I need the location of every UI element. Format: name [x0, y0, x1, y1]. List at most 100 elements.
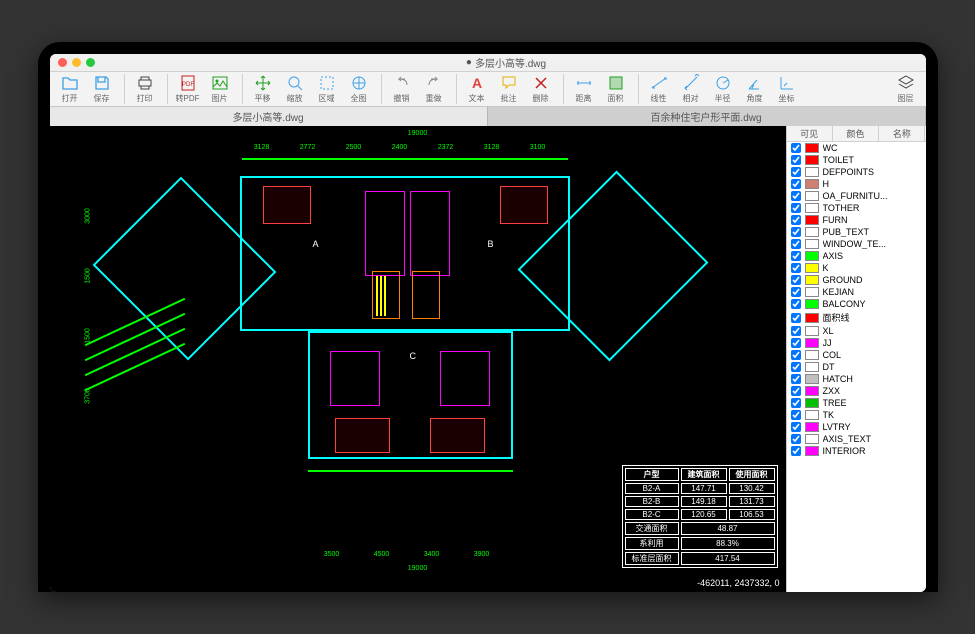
- layer-visibility-checkbox[interactable]: [791, 350, 801, 360]
- layer-row[interactable]: WINDOW_TE...: [787, 238, 926, 250]
- layer-row[interactable]: PUB_TEXT: [787, 226, 926, 238]
- layer-row[interactable]: LVTRY: [787, 421, 926, 433]
- tab-0[interactable]: 多层小高等.dwg: [50, 107, 488, 126]
- maximize-button[interactable]: [86, 58, 95, 67]
- layer-visibility-checkbox[interactable]: [791, 155, 801, 165]
- layer-color-swatch: [805, 386, 819, 396]
- layer-visibility-checkbox[interactable]: [791, 251, 801, 261]
- layer-visibility-checkbox[interactable]: [791, 410, 801, 420]
- area-icon: [607, 74, 625, 92]
- annotate-icon: [500, 74, 518, 92]
- layer-visibility-checkbox[interactable]: [791, 446, 801, 456]
- tool-distance[interactable]: 距离: [568, 74, 600, 104]
- tool-fullview[interactable]: 全图: [343, 74, 375, 104]
- layer-color-swatch: [805, 362, 819, 372]
- tool-pan[interactable]: 平移: [247, 74, 279, 104]
- layer-row[interactable]: WC: [787, 142, 926, 154]
- tool-label: 图片: [212, 93, 228, 104]
- tool-annotate[interactable]: 批注: [493, 74, 525, 104]
- tool-image[interactable]: 图片: [204, 74, 236, 104]
- table-header: 使用面积: [729, 468, 775, 481]
- tool-undo[interactable]: 撤销: [386, 74, 418, 104]
- layer-visibility-checkbox[interactable]: [791, 203, 801, 213]
- layer-row[interactable]: XL: [787, 325, 926, 337]
- layer-visibility-checkbox[interactable]: [791, 179, 801, 189]
- layer-color-swatch: [805, 227, 819, 237]
- layer-row[interactable]: GROUND: [787, 274, 926, 286]
- layer-row[interactable]: FURN: [787, 214, 926, 226]
- tool-angle[interactable]: 角度: [739, 74, 771, 104]
- svg-text:PDF: PDF: [182, 82, 194, 88]
- dim-top: 2400: [392, 144, 408, 151]
- fullview-icon: [350, 74, 368, 92]
- layer-row[interactable]: TOILET: [787, 154, 926, 166]
- layer-row[interactable]: 面积线: [787, 310, 926, 325]
- layer-visibility-checkbox[interactable]: [791, 386, 801, 396]
- tab-1[interactable]: 百余种住宅户形平面.dwg: [488, 107, 926, 126]
- layer-visibility-checkbox[interactable]: [791, 362, 801, 372]
- layer-color-swatch: [805, 155, 819, 165]
- layer-color-swatch: [805, 215, 819, 225]
- layer-visibility-checkbox[interactable]: [791, 374, 801, 384]
- layer-visibility-checkbox[interactable]: [791, 326, 801, 336]
- layer-row[interactable]: COL: [787, 349, 926, 361]
- layer-color-swatch: [805, 422, 819, 432]
- tool-label: 线性: [651, 93, 667, 104]
- layer-visibility-checkbox[interactable]: [791, 263, 801, 273]
- layer-row[interactable]: INTERIOR: [787, 445, 926, 457]
- tool-layers[interactable]: 图层: [890, 74, 922, 104]
- layer-visibility-checkbox[interactable]: [791, 287, 801, 297]
- layer-visibility-checkbox[interactable]: [791, 299, 801, 309]
- layer-row[interactable]: AXIS_TEXT: [787, 433, 926, 445]
- tool-aligned[interactable]: 相对: [675, 74, 707, 104]
- layer-row[interactable]: AXIS: [787, 250, 926, 262]
- layer-row[interactable]: K: [787, 262, 926, 274]
- drawing-canvas[interactable]: 19000 19000 3128277225002400237231283100…: [50, 126, 786, 592]
- layer-row[interactable]: DT: [787, 361, 926, 373]
- layer-row[interactable]: BALCONY: [787, 298, 926, 310]
- layer-row[interactable]: ZXX: [787, 385, 926, 397]
- tool-radius[interactable]: 半径: [707, 74, 739, 104]
- modified-indicator: ●: [466, 57, 472, 68]
- layer-row[interactable]: KEJIAN: [787, 286, 926, 298]
- tool-delete[interactable]: 删除: [525, 74, 557, 104]
- layer-visibility-checkbox[interactable]: [791, 275, 801, 285]
- layer-visibility-checkbox[interactable]: [791, 313, 801, 323]
- layer-row[interactable]: TK: [787, 409, 926, 421]
- tool-label: 打印: [137, 93, 153, 104]
- layer-visibility-checkbox[interactable]: [791, 215, 801, 225]
- tool-pdf[interactable]: PDF转PDF: [172, 74, 204, 104]
- tool-region[interactable]: 区域: [311, 74, 343, 104]
- layer-visibility-checkbox[interactable]: [791, 143, 801, 153]
- layer-row[interactable]: TREE: [787, 397, 926, 409]
- minimize-button[interactable]: [72, 58, 81, 67]
- layer-row[interactable]: DEFPOINTS: [787, 166, 926, 178]
- floorplan: 19000 19000 3128277225002400237231283100…: [50, 126, 786, 592]
- layer-visibility-checkbox[interactable]: [791, 191, 801, 201]
- tool-label: 坐标: [779, 93, 795, 104]
- tool-print[interactable]: 打印: [129, 74, 161, 104]
- layer-row[interactable]: H: [787, 178, 926, 190]
- layer-visibility-checkbox[interactable]: [791, 167, 801, 177]
- layer-visibility-checkbox[interactable]: [791, 239, 801, 249]
- tool-save[interactable]: 保存: [86, 74, 118, 104]
- tool-line[interactable]: 线性: [643, 74, 675, 104]
- layer-color-swatch: [805, 410, 819, 420]
- tool-open[interactable]: 打开: [54, 74, 86, 104]
- layer-visibility-checkbox[interactable]: [791, 434, 801, 444]
- layer-row[interactable]: OA_FURNITU...: [787, 190, 926, 202]
- layer-visibility-checkbox[interactable]: [791, 227, 801, 237]
- tool-redo[interactable]: 重做: [418, 74, 450, 104]
- layer-visibility-checkbox[interactable]: [791, 398, 801, 408]
- layer-visibility-checkbox[interactable]: [791, 338, 801, 348]
- close-button[interactable]: [58, 58, 67, 67]
- tool-area[interactable]: 面积: [600, 74, 632, 104]
- layer-row[interactable]: HATCH: [787, 373, 926, 385]
- layer-row[interactable]: TOTHER: [787, 202, 926, 214]
- tool-label: 删除: [533, 93, 549, 104]
- tool-zoom[interactable]: 缩放: [279, 74, 311, 104]
- tool-text[interactable]: A文本: [461, 74, 493, 104]
- layer-row[interactable]: JJ: [787, 337, 926, 349]
- layer-visibility-checkbox[interactable]: [791, 422, 801, 432]
- tool-ordinate[interactable]: 坐标: [771, 74, 803, 104]
